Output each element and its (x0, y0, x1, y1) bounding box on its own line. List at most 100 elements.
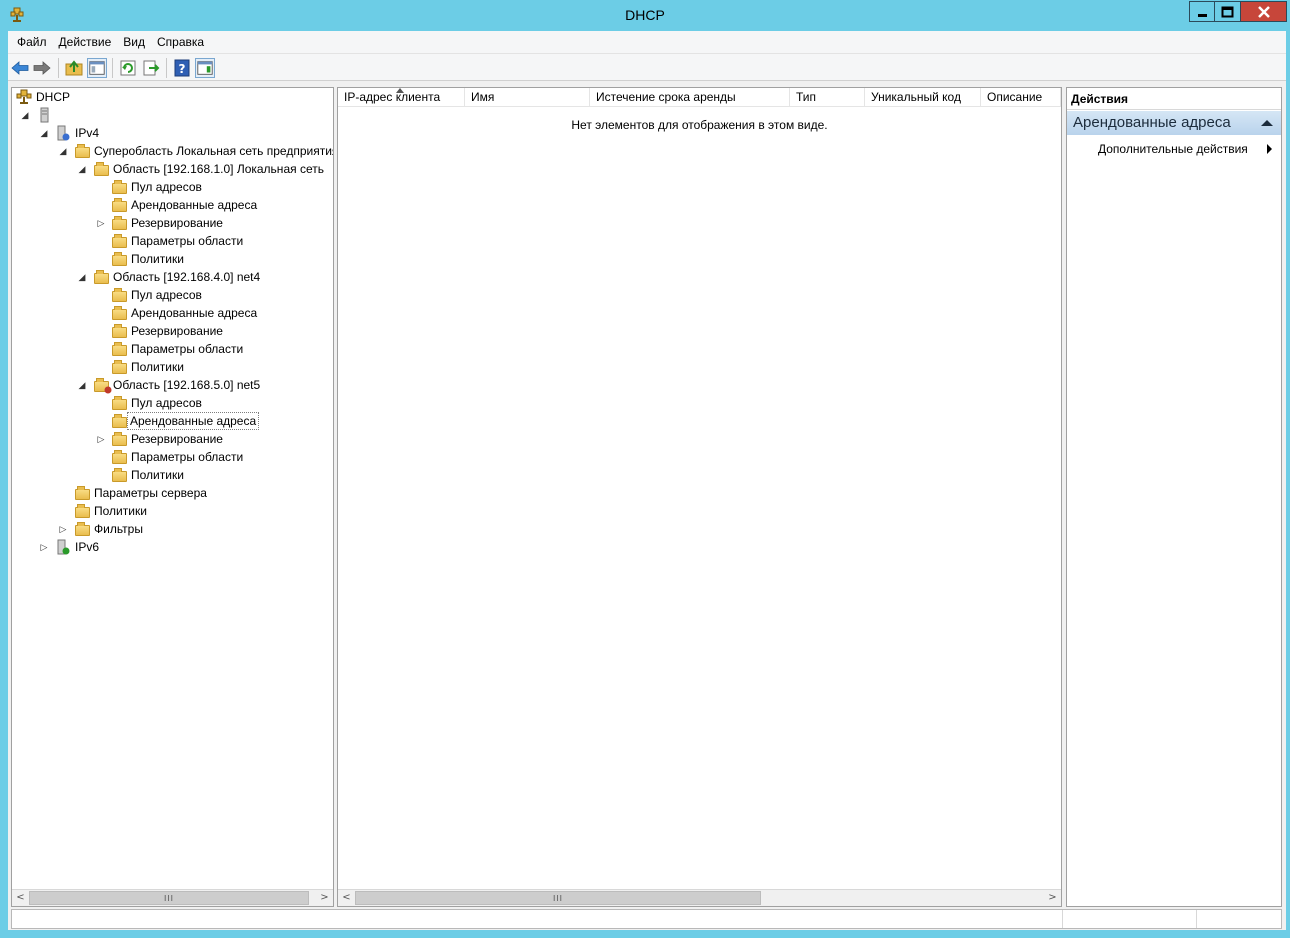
tree-label: Политики (131, 252, 184, 266)
expand-icon[interactable]: ▷ (96, 430, 106, 448)
column-header-unique-id[interactable]: Уникальный код (865, 88, 981, 107)
tree-node-policies[interactable]: Политики (12, 358, 332, 376)
results-list[interactable]: IP-адрес клиента Имя Истечение срока аре… (337, 87, 1062, 907)
tree-node-scope-options[interactable]: Параметры области (12, 232, 332, 250)
address-pool-icon (112, 288, 127, 302)
server-options-icon (75, 486, 90, 500)
actions-section-leases[interactable]: Арендованные адреса (1067, 111, 1281, 135)
tree-node-superscope[interactable]: ◢ Суперобласть Локальная сеть предприяти… (12, 142, 334, 160)
maximize-button[interactable] (1215, 1, 1241, 22)
ipv4-server-icon (57, 125, 70, 141)
policies-icon (112, 252, 127, 266)
close-icon (1258, 6, 1270, 18)
tree-node-scope-2[interactable]: ◢ Область [192.168.4.0] net4 (12, 268, 332, 286)
tree-node-scope-options[interactable]: Параметры области (12, 448, 332, 466)
up-folder-icon[interactable] (64, 58, 84, 78)
title-bar[interactable]: DHCP (0, 0, 1290, 31)
tree-node-policies[interactable]: Политики (12, 250, 332, 268)
scroll-left-icon[interactable]: < (12, 890, 29, 906)
scrollbar-thumb[interactable]: III (355, 891, 761, 905)
collapse-icon[interactable]: ◢ (39, 124, 49, 142)
scroll-right-icon[interactable]: > (316, 890, 333, 906)
tree-node-filters[interactable]: ▷ Фильтры (12, 520, 332, 538)
tree-label: Суперобласть Локальная сеть предприятия (94, 144, 334, 158)
tree-node-leases-selected[interactable]: Арендованные адреса (12, 412, 332, 430)
tree-node-address-pool[interactable]: Пул адресов (12, 286, 332, 304)
list-horizontal-scrollbar[interactable]: < III > (338, 889, 1061, 906)
toolbar-separator (58, 58, 59, 78)
tree-label: Параметры области (131, 342, 244, 356)
tree-node-address-pool[interactable]: Пул адресов (12, 178, 332, 196)
address-pool-icon (112, 396, 127, 410)
back-arrow-icon[interactable] (10, 58, 30, 78)
collapse-up-icon[interactable] (1261, 120, 1273, 126)
forward-arrow-icon[interactable] (32, 58, 52, 78)
column-header-name[interactable]: Имя (465, 88, 590, 107)
tree-node-server-policies[interactable]: Политики (12, 502, 332, 520)
tree-node-server[interactable]: ◢ (12, 106, 332, 124)
show-hide-tree-icon[interactable] (87, 58, 107, 78)
svg-text:?: ? (179, 62, 186, 76)
tree-node-leases[interactable]: Арендованные адреса (12, 304, 332, 322)
tree-node-server-options[interactable]: Параметры сервера (12, 484, 332, 502)
tree-node-ipv6[interactable]: ▷ IPv6 (12, 538, 332, 556)
menu-action[interactable]: Действие (53, 35, 118, 49)
close-button[interactable] (1241, 1, 1287, 22)
tree-label: IPv4 (75, 126, 100, 140)
menu-file[interactable]: Файл (11, 35, 53, 49)
toolbar: ? (8, 53, 1286, 81)
scrollbar-thumb[interactable]: III (29, 891, 309, 905)
tree-node-scope-options[interactable]: Параметры области (12, 340, 332, 358)
folder-icon (94, 162, 109, 176)
minimize-icon (1198, 14, 1207, 17)
tree-node-scope-3[interactable]: ◢ Область [192.168.5.0] net5 (12, 376, 332, 394)
column-header-lease-expiration[interactable]: Истечение срока аренды (590, 88, 790, 107)
scroll-left-icon[interactable]: < (338, 890, 355, 906)
show-action-pane-icon[interactable] (195, 58, 215, 78)
tree-label: Арендованные адреса (131, 306, 258, 320)
menu-help[interactable]: Справка (151, 35, 210, 49)
collapse-icon[interactable]: ◢ (77, 268, 87, 286)
folder-icon (94, 270, 109, 284)
tree-node-address-pool[interactable]: Пул адресов (12, 394, 332, 412)
tree-horizontal-scrollbar[interactable]: < III > (12, 889, 333, 906)
column-header-description[interactable]: Описание (981, 88, 1061, 107)
tree-node-reservations[interactable]: ▷ Резервирование (12, 430, 332, 448)
refresh-icon[interactable] (118, 58, 138, 78)
expand-icon[interactable]: ▷ (96, 214, 106, 232)
actions-section-title: Арендованные адреса (1073, 114, 1231, 131)
scroll-right-icon[interactable]: > (1044, 890, 1061, 906)
reservations-icon (112, 216, 127, 230)
minimize-button[interactable] (1189, 1, 1215, 22)
more-actions-item[interactable]: Дополнительные действия (1067, 139, 1281, 159)
address-pool-icon (112, 180, 127, 194)
collapse-icon[interactable]: ◢ (77, 376, 87, 394)
more-actions-label: Дополнительные действия (1098, 142, 1248, 156)
tree-node-policies[interactable]: Политики (12, 466, 332, 484)
submenu-arrow-icon (1267, 144, 1272, 154)
expand-icon[interactable]: ▷ (39, 538, 49, 556)
tree-node-reservations[interactable]: ▷ Резервирование (12, 214, 332, 232)
tree-node-dhcp[interactable]: DHCP (12, 88, 332, 106)
scope-options-icon (112, 450, 127, 464)
collapse-icon[interactable]: ◢ (58, 142, 68, 160)
export-list-icon[interactable] (141, 58, 161, 78)
tree-node-scope-1[interactable]: ◢ Область [192.168.1.0] Локальная сеть (12, 160, 332, 178)
empty-list-message: Нет элементов для отображения в этом вид… (571, 118, 828, 132)
console-tree[interactable]: DHCP ◢ ◢ IPv4 ◢ Суперобласть Локальная с… (11, 87, 334, 907)
leases-icon (112, 306, 127, 320)
tree-label: Область [192.168.5.0] net5 (113, 378, 261, 392)
tree-node-ipv4[interactable]: ◢ IPv4 (12, 124, 332, 142)
tree-node-reservations[interactable]: Резервирование (12, 322, 332, 340)
tree-node-leases[interactable]: Арендованные адреса (12, 196, 332, 214)
menu-view[interactable]: Вид (117, 35, 151, 49)
tree-label: Фильтры (94, 522, 143, 536)
collapse-icon[interactable]: ◢ (20, 106, 30, 124)
column-header-type[interactable]: Тип (790, 88, 865, 107)
collapse-icon[interactable]: ◢ (77, 160, 87, 178)
help-icon[interactable]: ? (172, 58, 192, 78)
tree-label: Политики (131, 360, 184, 374)
toolbar-separator (166, 58, 167, 78)
window-title: DHCP (625, 7, 665, 23)
expand-icon[interactable]: ▷ (58, 520, 68, 538)
